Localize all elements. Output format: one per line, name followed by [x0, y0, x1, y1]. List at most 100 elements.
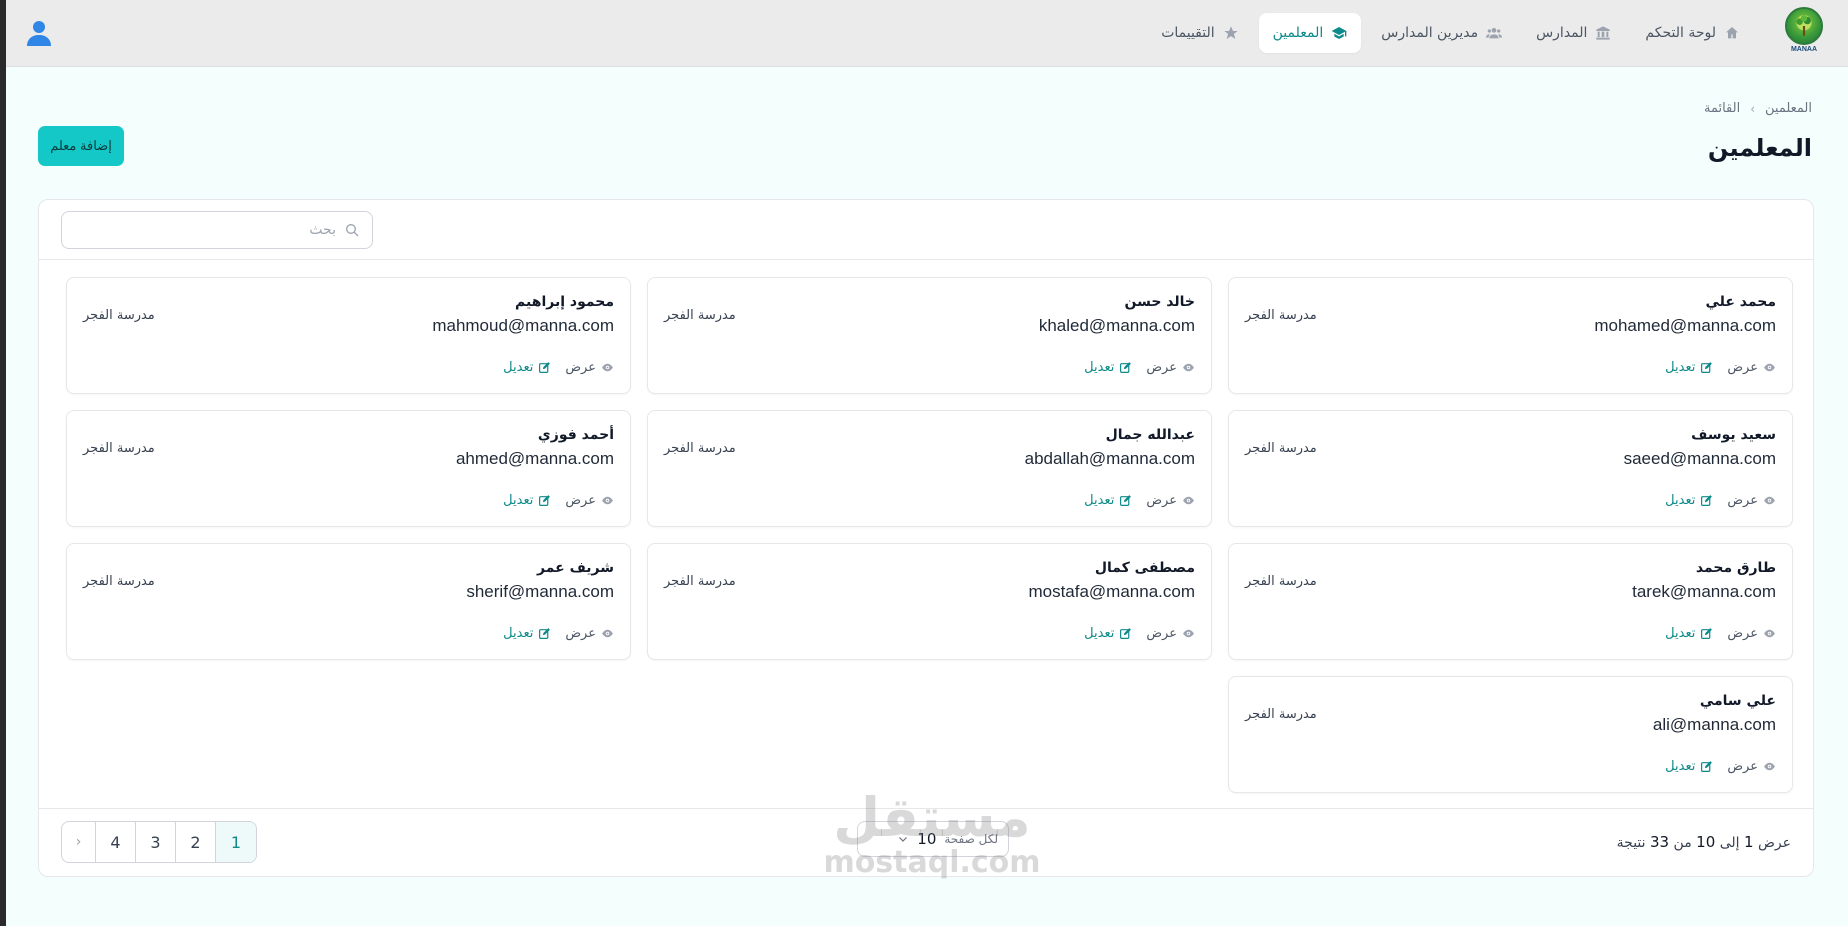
page-button[interactable]: 4	[96, 822, 136, 862]
edit-label: تعديل	[503, 360, 534, 375]
teacher-email: sherif@manna.com	[466, 582, 614, 601]
page-button-current[interactable]: 1	[216, 822, 256, 862]
app-logo[interactable]: MANAA	[1782, 7, 1826, 59]
eye-icon	[1183, 496, 1194, 505]
teacher-email: tarek@manna.com	[1632, 582, 1776, 601]
page-button[interactable]: 2	[176, 822, 216, 862]
edit-button[interactable]: تعديل	[1084, 493, 1132, 508]
next-page-button[interactable]: ›	[62, 822, 96, 862]
main-nav: لوحة التحكم المدارس مديرين المدارس المعل…	[1147, 13, 1754, 53]
edit-label: تعديل	[503, 493, 534, 508]
tree-logo-icon	[1785, 7, 1823, 45]
results-total: 33	[1650, 833, 1670, 851]
teacher-email: mostafa@manna.com	[1028, 582, 1195, 601]
edit-button[interactable]: تعديل	[503, 493, 551, 508]
teacher-card: محمد علي mohamed@manna.com مدرسة الفجر عرض ت…	[1228, 277, 1793, 394]
eye-icon	[1764, 762, 1775, 771]
nav-item-evaluations[interactable]: التقييمات	[1147, 13, 1252, 53]
nav-item-label: لوحة التحكم	[1645, 25, 1716, 41]
view-label: عرض	[1727, 360, 1758, 375]
star-icon	[1223, 26, 1238, 39]
view-button[interactable]: عرض	[1727, 626, 1776, 641]
top-navbar: MANAA لوحة التحكم المدارس مديرين المدارس…	[6, 0, 1848, 67]
view-label: عرض	[1727, 493, 1758, 508]
nav-item-teachers[interactable]: المعلمين	[1258, 13, 1362, 53]
eye-icon	[1183, 363, 1194, 372]
nav-item-dashboard[interactable]: لوحة التحكم	[1631, 13, 1754, 53]
nav-item-label: المدارس	[1536, 25, 1588, 41]
edit-button[interactable]: تعديل	[503, 626, 551, 641]
teacher-card: أحمد فوزي ahmed@manna.com مدرسة الفجر عرض تع…	[66, 410, 631, 527]
search-bar	[39, 200, 1813, 260]
results-of-word: من	[1673, 835, 1692, 851]
graduation-cap-icon	[1331, 27, 1347, 39]
view-button[interactable]: عرض	[565, 360, 614, 375]
teacher-school: مدرسة الفجر	[1245, 707, 1317, 722]
edit-icon	[1701, 495, 1713, 506]
results-prefix: عرض	[1757, 835, 1791, 851]
user-icon	[27, 21, 51, 46]
nav-item-school-managers[interactable]: مديرين المدارس	[1367, 13, 1516, 53]
pagination-bar: عرض 1 إلى 10 من 33 نتيجة لكل صفحة 10 › 4…	[39, 808, 1813, 876]
add-teacher-button[interactable]: إضافة معلم	[38, 126, 124, 166]
nav-item-label: مديرين المدارس	[1381, 25, 1479, 41]
user-avatar[interactable]	[24, 18, 54, 48]
teacher-card: سعيد يوسف saeed@manna.com مدرسة الفجر عرض تع…	[1228, 410, 1793, 527]
view-button[interactable]: عرض	[1146, 626, 1195, 641]
edit-label: تعديل	[1084, 360, 1115, 375]
edit-button[interactable]: تعديل	[503, 360, 551, 375]
users-icon	[1486, 28, 1503, 39]
eye-icon	[602, 363, 613, 372]
edit-button[interactable]: تعديل	[1665, 493, 1713, 508]
view-button[interactable]: عرض	[565, 626, 614, 641]
card-actions: عرض تعديل	[503, 493, 614, 508]
edit-button[interactable]: تعديل	[1665, 759, 1713, 774]
teacher-card: طارق محمد tarek@manna.com مدرسة الفجر عرض تع…	[1228, 543, 1793, 660]
teacher-name: علي سامي	[1699, 693, 1776, 709]
per-page-select[interactable]: لكل صفحة 10	[857, 821, 1009, 857]
teacher-card: عبدالله جمال abdallah@manna.com مدرسة الفج…	[647, 410, 1212, 527]
app-window: MANAA لوحة التحكم المدارس مديرين المدارس…	[6, 0, 1848, 926]
teacher-email: ahmed@manna.com	[455, 449, 614, 468]
nav-item-label: التقييمات	[1161, 25, 1215, 41]
teacher-name: شريف عمر	[537, 560, 614, 576]
edit-label: تعديل	[1665, 360, 1696, 375]
per-page-label: لكل صفحة	[944, 832, 998, 846]
view-button[interactable]: عرض	[1146, 493, 1195, 508]
edit-icon	[539, 362, 551, 373]
edit-label: تعديل	[1665, 493, 1696, 508]
teacher-school: مدرسة الفجر	[1245, 574, 1317, 589]
teacher-school: مدرسة الفجر	[664, 308, 736, 323]
view-button[interactable]: عرض	[1727, 360, 1776, 375]
search-input[interactable]	[74, 222, 336, 238]
eye-icon	[1764, 496, 1775, 505]
pagination: › 4 3 2 1	[61, 821, 257, 863]
page-button[interactable]: 3	[136, 822, 176, 862]
edit-button[interactable]: تعديل	[1665, 626, 1713, 641]
edit-label: تعديل	[503, 626, 534, 641]
nav-item-schools[interactable]: المدارس	[1522, 13, 1625, 53]
breadcrumb-root[interactable]: المعلمين	[1765, 101, 1812, 116]
card-actions: عرض تعديل	[1665, 626, 1776, 641]
edit-icon	[539, 628, 551, 639]
edit-button[interactable]: تعديل	[1084, 360, 1132, 375]
edit-button[interactable]: تعديل	[1084, 626, 1132, 641]
edit-icon	[1701, 362, 1713, 373]
view-button[interactable]: عرض	[1727, 493, 1776, 508]
teacher-email: mohamed@manna.com	[1594, 316, 1776, 335]
teacher-name: عبدالله جمال	[1105, 427, 1195, 443]
view-button[interactable]: عرض	[565, 493, 614, 508]
results-to-word: إلى	[1719, 835, 1740, 851]
edit-button[interactable]: تعديل	[1665, 360, 1713, 375]
view-button[interactable]: عرض	[1727, 759, 1776, 774]
view-button[interactable]: عرض	[1146, 360, 1195, 375]
view-label: عرض	[1146, 493, 1177, 508]
chevron-down-icon	[899, 837, 908, 842]
results-from: 1	[1743, 833, 1754, 851]
eye-icon	[602, 496, 613, 505]
teacher-name: طارق محمد	[1695, 560, 1776, 576]
teacher-school: مدرسة الفجر	[664, 441, 736, 456]
results-suffix: نتيجة	[1616, 835, 1646, 851]
edit-icon	[1701, 628, 1713, 639]
breadcrumb-current: القائمة	[1703, 101, 1741, 116]
